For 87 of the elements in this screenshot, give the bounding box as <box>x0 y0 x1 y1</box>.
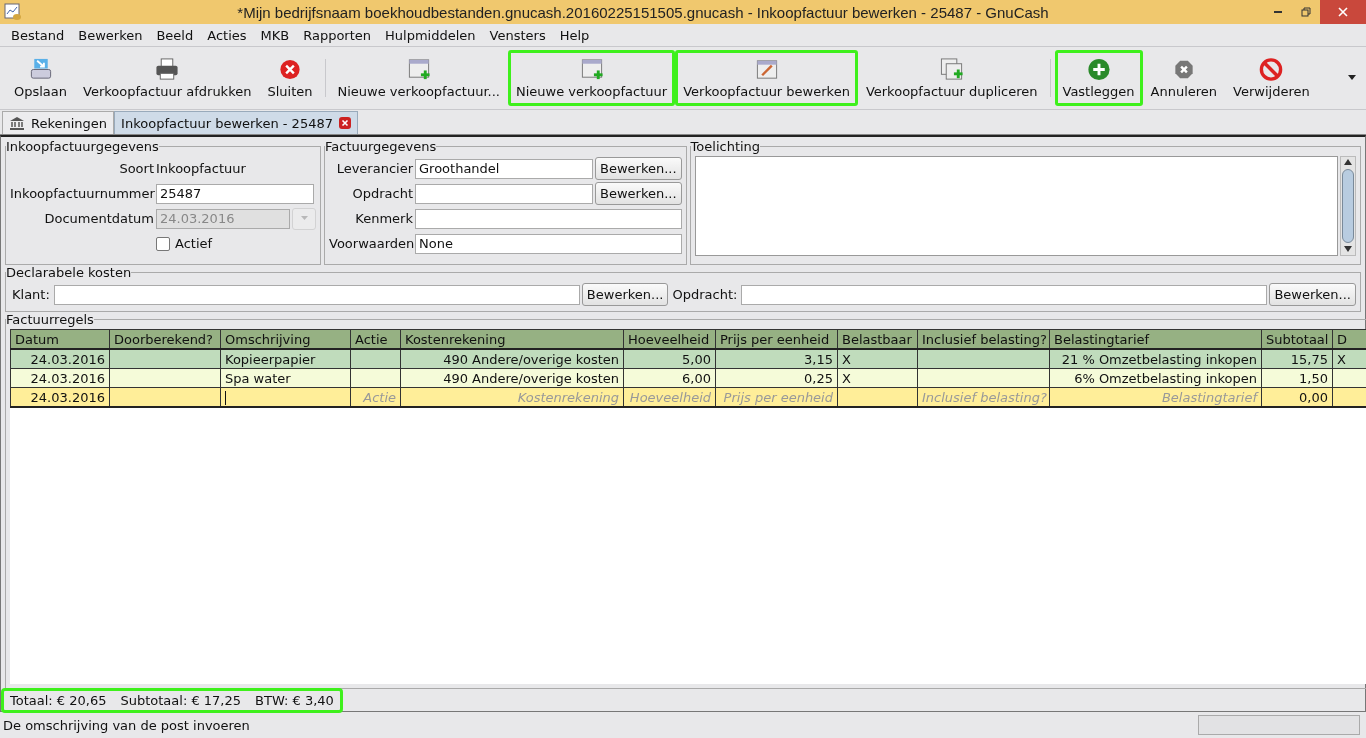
active-checkbox[interactable]: Actief <box>156 236 213 251</box>
field-label: Kenmerk <box>354 211 413 226</box>
text-field[interactable]: None <box>415 233 682 254</box>
bank-icon <box>9 116 25 130</box>
tab[interactable]: Inkoopfactuur bewerken - 25487 <box>114 111 358 134</box>
menu-item[interactable]: Vensters <box>482 27 553 43</box>
table-cell: 24.03.2016 <box>10 349 110 369</box>
text-field[interactable]: Groothandel <box>415 158 593 179</box>
status-text: De omschrijving van de post invoeren <box>3 717 251 733</box>
overflow-menu-button[interactable] <box>1348 75 1356 81</box>
column-header[interactable]: Prijs per eenheid <box>715 329 838 349</box>
field-label: Opdracht <box>351 186 413 201</box>
window-title: *Mijn bedrijfsnaam boekhoudbestanden.gnucash.20160225151505.gnucash - Inkoopfactuur bewerken - 25487 - GnuCash <box>236 3 1050 21</box>
field-label: Voorwaarden <box>329 236 413 251</box>
toolbar-button[interactable]: Verkoopfactuur afdrukken <box>75 50 260 106</box>
menu-item[interactable]: Rapporten <box>296 27 379 43</box>
close-tab-icon[interactable] <box>339 117 351 129</box>
edit-button[interactable]: Bewerken... <box>595 182 682 205</box>
toolbar-button[interactable]: Sluiten <box>259 50 321 106</box>
total-text: BTW: € 3,40 <box>255 692 334 708</box>
toolbar-button[interactable]: Nieuwe verkoopfactuur <box>507 50 676 106</box>
toolbar-button[interactable]: Verwijderen <box>1225 50 1318 106</box>
total-text: Totaal: € 20,65 <box>10 692 107 708</box>
column-header[interactable]: Omschrijving <box>220 329 351 349</box>
text-field[interactable] <box>415 208 682 229</box>
column-header[interactable]: Kostenrekening <box>400 329 624 349</box>
column-header[interactable]: Doorberekend? <box>109 329 221 349</box>
column-header[interactable]: D <box>1332 329 1366 349</box>
text-field[interactable] <box>741 284 1268 305</box>
column-header[interactable]: Subtotaal <box>1261 329 1333 349</box>
menu-item[interactable]: Bewerken <box>71 27 150 43</box>
close-button[interactable] <box>1320 0 1366 24</box>
field-label: Documentdatum <box>43 211 154 226</box>
menu-item[interactable]: Bestand <box>4 27 72 43</box>
menu-item[interactable]: Help <box>552 27 597 43</box>
toolbar-button[interactable]: Annuleren <box>1142 50 1226 106</box>
column-header[interactable]: Actie <box>350 329 401 349</box>
caret-icon <box>300 216 308 221</box>
column-header[interactable]: Inclusief belasting? <box>917 329 1050 349</box>
no-entry-icon <box>1258 57 1285 82</box>
duplicate-icon <box>938 57 965 82</box>
group-title: Inkoopfactuurgegevens <box>6 139 159 154</box>
group-title: Declarabele kosten <box>6 265 132 280</box>
group-title: Factuurregels <box>6 312 94 327</box>
total-text: Subtotaal: € 17,25 <box>120 692 242 708</box>
menu-item[interactable]: MKB <box>253 27 297 43</box>
restore-icon <box>1301 7 1311 17</box>
toolbar-button[interactable]: Opslaan <box>6 50 76 106</box>
field-label: Opdracht: <box>671 287 739 302</box>
edit-button[interactable]: Bewerken... <box>1269 283 1356 306</box>
column-header[interactable]: Belastbaar <box>837 329 918 349</box>
field-label: Leverancier <box>335 161 413 176</box>
text-field[interactable] <box>415 183 593 204</box>
toolbar-button[interactable]: Nieuwe verkoopfactuur... <box>329 50 508 106</box>
plus-icon <box>1085 57 1112 82</box>
scrollbar[interactable] <box>1340 156 1356 256</box>
field-label: Soort <box>118 161 154 176</box>
minimize-icon <box>1274 11 1282 13</box>
notes-field[interactable] <box>694 156 1338 256</box>
table-cell: 24.03.2016 <box>10 387 110 407</box>
toolbar-button[interactable]: Verkoopfactuur bewerken <box>675 50 858 106</box>
edit-button[interactable]: Bewerken... <box>581 283 669 306</box>
group-title: Factuurgegevens <box>325 139 437 154</box>
text-field[interactable] <box>53 284 580 305</box>
app-icon <box>4 3 22 21</box>
group-title: Toelichting <box>690 139 761 154</box>
column-header[interactable]: Hoeveelheid <box>623 329 716 349</box>
close-icon <box>277 57 303 82</box>
date-dropdown-button[interactable] <box>292 207 316 230</box>
field-label: Inkoopfactuurnummer <box>10 186 154 201</box>
invoice-number-field[interactable]: 25487 <box>156 183 314 204</box>
menu-item[interactable]: Beeld <box>149 27 201 43</box>
scroll-down-icon[interactable] <box>1344 246 1352 253</box>
field-label: Klant: <box>11 287 51 302</box>
checkbox[interactable] <box>156 236 170 251</box>
toolbar-button[interactable]: Vastleggen <box>1054 50 1143 106</box>
column-header[interactable]: Datum <box>10 329 110 349</box>
edit-button[interactable]: Bewerken... <box>595 157 682 180</box>
column-header[interactable]: Belastingtarief <box>1049 329 1262 349</box>
printer-icon <box>154 57 181 82</box>
tab[interactable]: Rekeningen <box>2 111 115 134</box>
close-icon <box>1338 7 1348 17</box>
scroll-up-icon[interactable] <box>1344 159 1352 166</box>
type-value: Inkoopfactuur <box>156 161 246 176</box>
toolbar-button[interactable]: Verkoopfactuur dupliceren <box>857 50 1046 106</box>
menu-item[interactable]: Hulpmiddelen <box>378 27 483 43</box>
menu-item[interactable]: Acties <box>200 27 254 43</box>
